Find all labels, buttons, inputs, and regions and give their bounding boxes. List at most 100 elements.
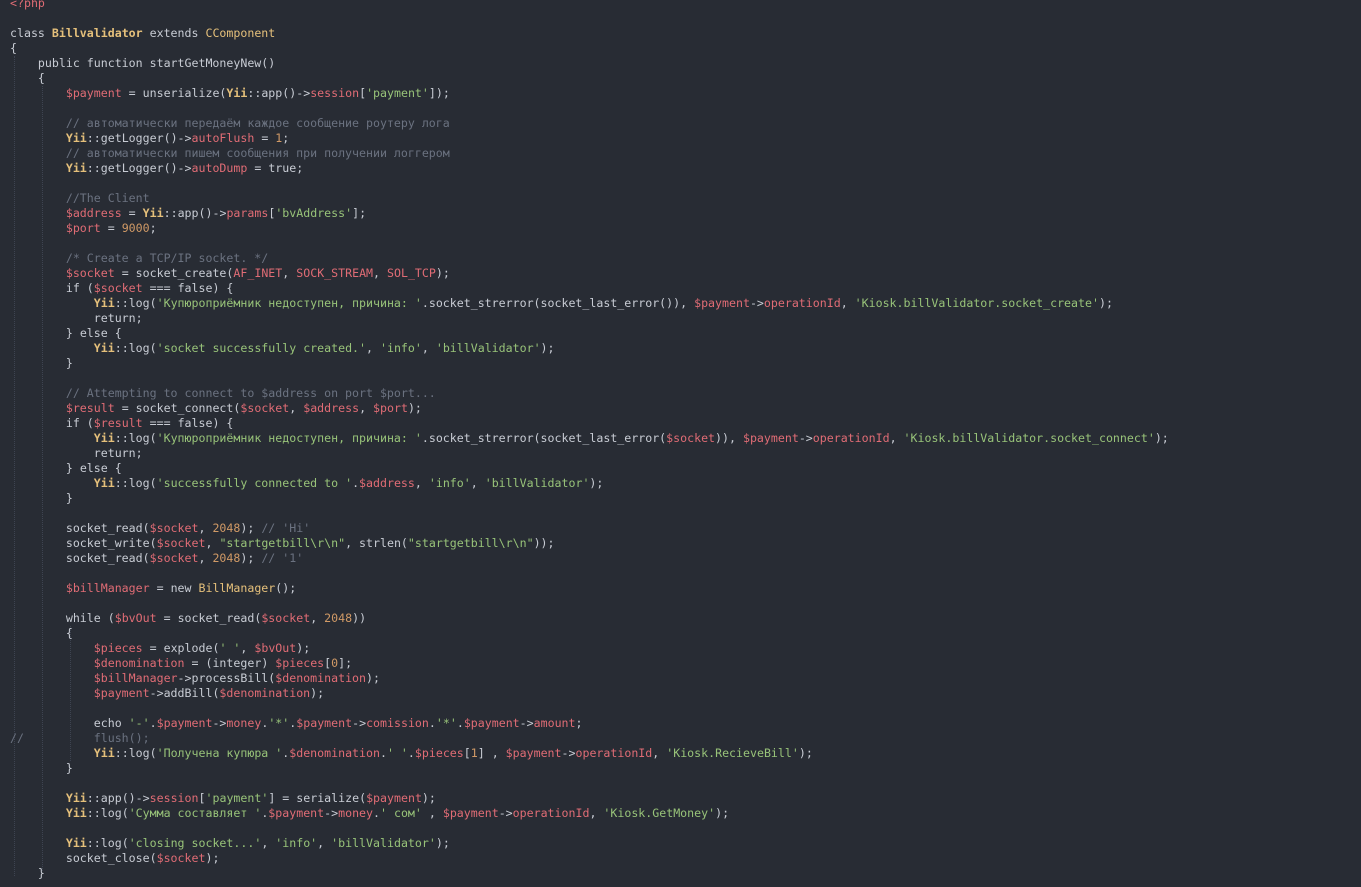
code-token: :: [86,131,101,145]
code-token: ; [135,446,143,460]
code-line[interactable] [10,101,1169,116]
code-line[interactable] [10,11,1169,26]
code-line[interactable]: $billManager->processBill($denomination)… [10,671,1169,686]
code-line[interactable]: // автоматически пишем сообщения при пол… [10,146,1169,161]
code-line[interactable]: // flush(); [10,731,1169,746]
code-line[interactable]: } [10,356,1169,371]
code-line[interactable]: } [10,761,1169,776]
code-line[interactable]: { [10,626,1169,641]
code-line[interactable]: public function startGetMoneyNew() [10,56,1169,71]
code-token: $payment [463,716,520,730]
code-content[interactable]: <?php class Billvalidator extends CCompo… [10,0,1169,881]
code-token: = [275,791,297,805]
code-token: // автоматически передаём каждое сообщен… [65,116,450,130]
code-line[interactable]: $address = Yii::app()->params['bvAddress… [10,206,1169,221]
code-line[interactable]: $billManager = new BillManager(); [10,581,1169,596]
code-token: :: [86,806,101,820]
code-line[interactable]: Yii::log('socket successfully created.',… [10,341,1169,356]
code-token: $result [93,416,143,430]
code-token: ; [296,161,304,175]
code-line[interactable] [10,236,1169,251]
code-token: , [282,266,297,280]
code-token: '*' [268,716,290,730]
code-line[interactable]: socket_close($socket); [10,851,1169,866]
code-token: ); [798,746,813,760]
code-editor[interactable]: <?php class Billvalidator extends CCompo… [0,0,1361,887]
code-line[interactable]: } [10,866,1169,881]
code-line[interactable]: socket_read($socket, 2048); // 'Hi' [10,521,1169,536]
code-token: , [240,641,255,655]
code-token: ); [240,521,262,535]
code-token: Yii [65,161,87,175]
code-line[interactable]: // автоматически передаём каждое сообщен… [10,116,1169,131]
code-token: return [93,446,136,460]
code-line[interactable] [10,176,1169,191]
code-line[interactable]: } else { [10,461,1169,476]
code-line[interactable]: return; [10,446,1169,461]
code-line[interactable]: //The Client [10,191,1169,206]
code-line[interactable]: while ($bvOut = socket_read($socket, 204… [10,611,1169,626]
code-token: :: [86,791,101,805]
code-line[interactable] [10,776,1169,791]
code-token: === [142,281,178,295]
code-line[interactable]: Yii::app()->session['payment'] = seriali… [10,791,1169,806]
code-line[interactable]: $result = socket_connect($socket, $addre… [10,401,1169,416]
code-line[interactable]: <?php [10,0,1169,11]
code-token: Yii [93,746,115,760]
code-token: ); [1154,431,1169,445]
code-token: { [10,71,45,85]
code-line[interactable]: Yii::getLogger()->autoFlush = 1; [10,131,1169,146]
code-line[interactable]: $payment = unserialize(Yii::app()->sessi… [10,86,1169,101]
code-line[interactable]: $pieces = explode(' ', $bvOut); [10,641,1169,656]
code-token: log( [128,746,157,760]
code-line[interactable]: { [10,71,1169,86]
code-token: 'successfully connected to ' [156,476,353,490]
code-token: , [198,551,213,565]
code-line[interactable]: $denomination = (integer) $pieces[0]; [10,656,1169,671]
code-line[interactable]: Yii::log('Купюроприёмник недоступен, при… [10,296,1169,311]
code-line[interactable]: return; [10,311,1169,326]
code-line[interactable]: socket_read($socket, 2048); // '1' [10,551,1169,566]
code-token: , [366,341,380,355]
code-token: ; [135,311,143,325]
code-token: socket_read( [177,611,262,625]
code-token: -> [212,716,227,730]
code-line[interactable] [10,821,1169,836]
code-token: 'payment' [205,791,269,805]
code-line[interactable]: { [10,41,1169,56]
code-token: ); [366,671,380,685]
code-line[interactable]: } else { [10,326,1169,341]
code-line[interactable]: Yii::log('Купюроприёмник недоступен, при… [10,431,1169,446]
code-token: while [65,611,108,625]
code-line[interactable]: /* Create a TCP/IP socket. */ [10,251,1169,266]
code-line[interactable]: Yii::log('Сумма составляет '.$payment->m… [10,806,1169,821]
code-line[interactable] [10,506,1169,521]
code-token: } [10,761,73,775]
code-line[interactable]: if ($socket === false) { [10,281,1169,296]
code-token: :: [86,161,101,175]
code-line[interactable] [10,371,1169,386]
code-token: -> [798,431,813,445]
code-line[interactable]: $socket = socket_create(AF_INET, SOCK_ST… [10,266,1169,281]
code-line[interactable]: class Billvalidator extends CComponent [10,26,1169,41]
code-line[interactable]: Yii::log('successfully connected to '.$a… [10,476,1169,491]
code-line[interactable]: Yii::log('Получена купюра '.$denominatio… [10,746,1169,761]
code-line[interactable]: socket_write($socket, "startgetbill\r\n"… [10,536,1169,551]
code-token: $socket [261,611,311,625]
code-line[interactable]: echo '-'.$payment->money.'*'.$payment->c… [10,716,1169,731]
code-line[interactable]: Yii::log('closing socket...', 'info', 'b… [10,836,1169,851]
code-line[interactable]: if ($result === false) { [10,416,1169,431]
code-token: log( [100,806,129,820]
code-line[interactable]: } [10,491,1169,506]
code-line[interactable] [10,596,1169,611]
code-line[interactable] [10,701,1169,716]
code-line[interactable]: $port = 9000; [10,221,1169,236]
code-line[interactable]: Yii::getLogger()->autoDump = true; [10,161,1169,176]
code-line[interactable] [10,566,1169,581]
code-line[interactable]: // Attempting to connect to $address on … [10,386,1169,401]
code-line[interactable]: $payment->addBill($denomination); [10,686,1169,701]
